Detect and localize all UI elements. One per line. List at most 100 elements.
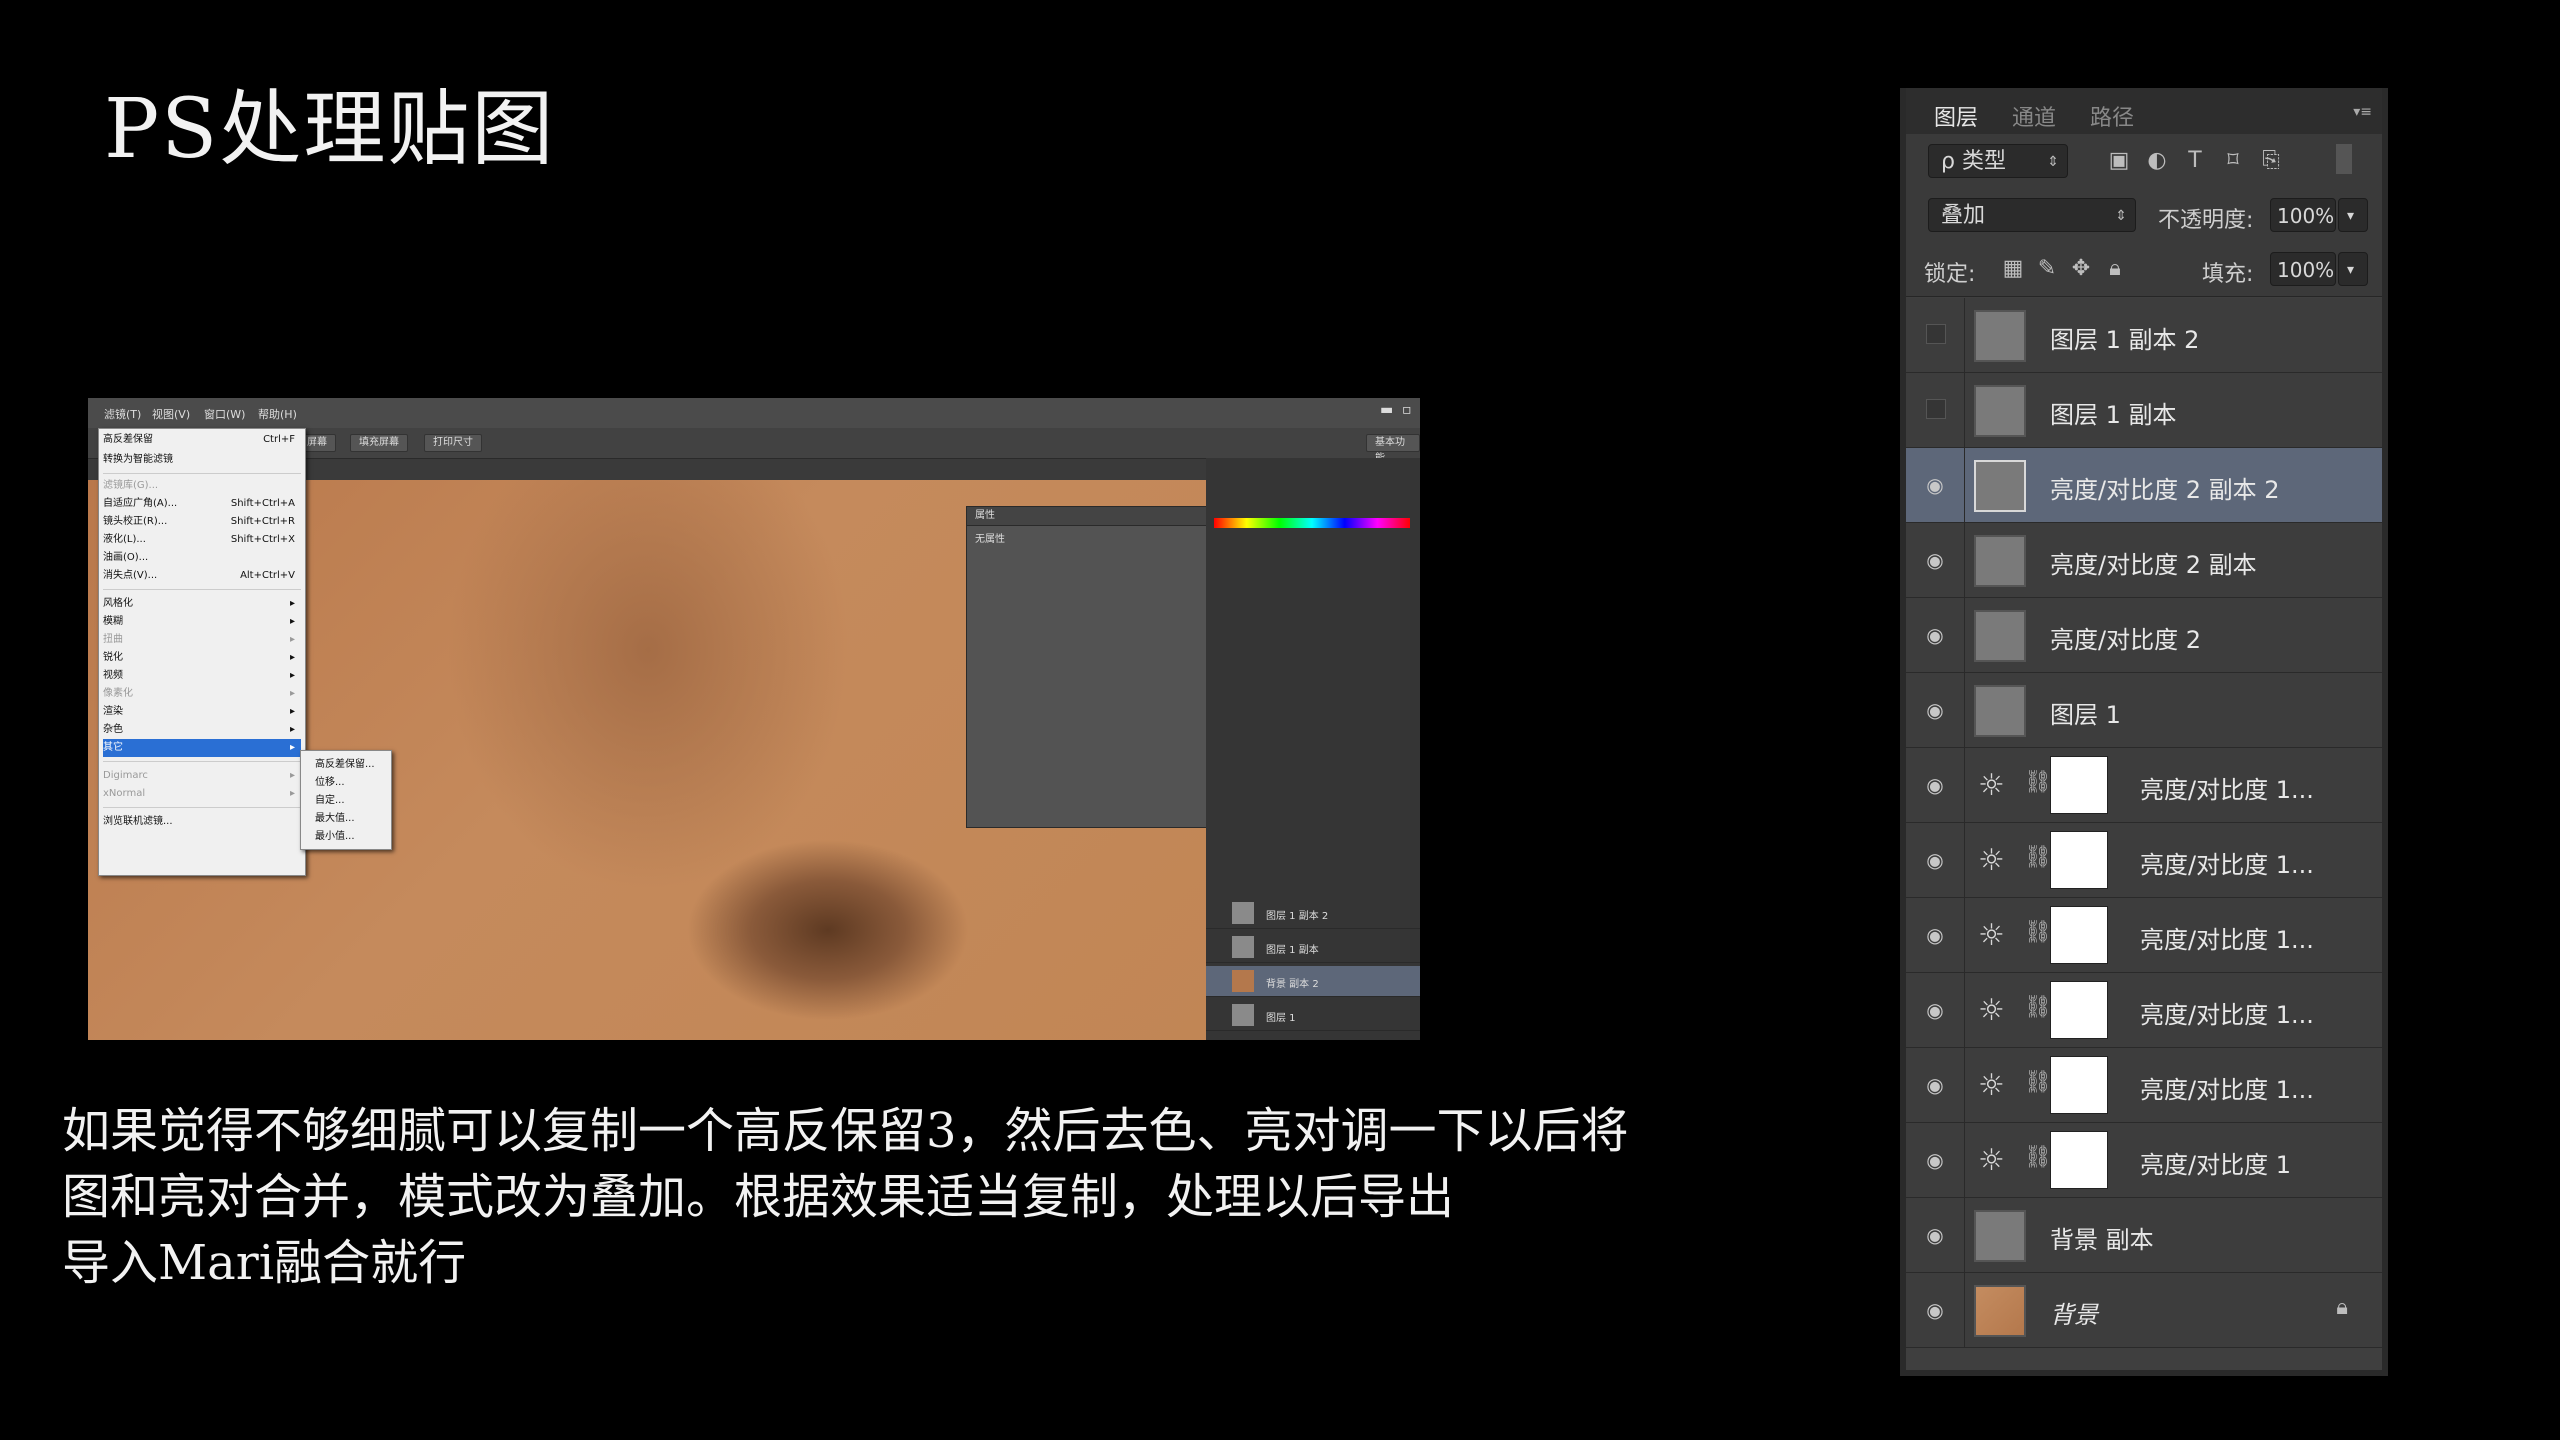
submenu-item-custom[interactable]: 自定... — [315, 791, 345, 806]
eye-icon[interactable]: ◉ — [1920, 1295, 1950, 1325]
fill-screen-button[interactable]: 填充屏幕 — [350, 434, 408, 452]
layer-row[interactable]: 图层 1 副本 2 — [1906, 298, 2382, 373]
layer-row[interactable]: ◉ ☼ ⛓ 亮度/对比度 1... — [1906, 973, 2382, 1048]
menu-item-adaptive-wide[interactable]: 自适应广角(A)... Shift+Ctrl+A — [103, 495, 301, 513]
tab-channels[interactable]: 通道 — [2012, 100, 2056, 132]
fill-input[interactable]: 100% — [2270, 252, 2336, 286]
mini-layer-row[interactable]: 图层 1 — [1206, 1000, 1420, 1031]
menu-item-sharpen[interactable]: 锐化 ▸ — [103, 649, 301, 667]
lock-position-icon[interactable]: ✥ — [2066, 256, 2096, 281]
submenu-item-high-pass[interactable]: 高反差保留... — [315, 755, 375, 770]
menu-item-browse-online[interactable]: 浏览联机滤镜... — [103, 813, 301, 831]
eye-icon[interactable]: ◉ — [1920, 1220, 1950, 1250]
menu-item-lens-correction[interactable]: 镜头校正(R)... Shift+Ctrl+R — [103, 513, 301, 531]
eye-icon[interactable]: ◉ — [1920, 770, 1950, 800]
tab-paths[interactable]: 路径 — [2090, 100, 2134, 132]
eye-icon[interactable]: ◉ — [1920, 470, 1950, 500]
restore-icon[interactable]: ▫ — [1402, 402, 1412, 418]
color-spectrum[interactable] — [1214, 518, 1410, 528]
eye-icon[interactable]: ◉ — [1920, 695, 1950, 725]
mini-layer-row[interactable]: 图层 1 副本 — [1206, 932, 1420, 963]
menu-item-noise[interactable]: 杂色 ▸ — [103, 721, 301, 739]
menu-item-blur[interactable]: 模糊 ▸ — [103, 613, 301, 631]
eye-icon[interactable]: ◉ — [1920, 545, 1950, 575]
image-filter-icon[interactable]: ▣ — [2104, 148, 2134, 173]
layer-mask-thumbnail[interactable] — [2050, 756, 2108, 814]
submenu-item-minimum[interactable]: 最小值... — [315, 827, 355, 842]
layer-row-background[interactable]: ◉ 背景 🔒︎ — [1906, 1273, 2382, 1348]
opacity-input[interactable]: 100% — [2270, 198, 2336, 232]
eye-icon[interactable]: ◉ — [1920, 1070, 1950, 1100]
smart-object-filter-icon[interactable]: ⎘ — [2256, 148, 2286, 173]
panel-menu-icon[interactable]: ▾≡ — [2353, 104, 2372, 120]
layer-row[interactable]: ◉ ☼ ⛓ 亮度/对比度 1... — [1906, 748, 2382, 823]
menu-item-filter-gallery[interactable]: 滤镜库(G)... — [103, 477, 301, 495]
eye-icon[interactable]: ◉ — [1920, 920, 1950, 950]
opacity-dropdown-icon[interactable]: ▾ — [2338, 198, 2368, 232]
chain-link-icon[interactable]: ⛓ — [2024, 1145, 2052, 1170]
menu-item-video[interactable]: 视频 ▸ — [103, 667, 301, 685]
menu-help[interactable]: 帮助(H) — [258, 406, 297, 422]
layer-row[interactable]: ◉ ☼ ⛓ 亮度/对比度 1 — [1906, 1123, 2382, 1198]
layer-row-selected[interactable]: ◉ 亮度/对比度 2 副本 2 — [1906, 448, 2382, 523]
tab-layers[interactable]: 图层 — [1934, 100, 1978, 132]
chain-link-icon[interactable]: ⛓ — [2024, 920, 2052, 945]
shape-filter-icon[interactable]: ⌑ — [2218, 148, 2248, 173]
chain-link-icon[interactable]: ⛓ — [2024, 845, 2052, 870]
menu-item-stylize[interactable]: 风格化 ▸ — [103, 595, 301, 613]
layer-row[interactable]: ◉ ☼ ⛓ 亮度/对比度 1... — [1906, 898, 2382, 973]
lock-paint-icon[interactable]: ✎ — [2032, 256, 2062, 281]
layer-mask-thumbnail[interactable] — [2050, 906, 2108, 964]
layer-row[interactable]: ◉ ☼ ⛓ 亮度/对比度 1... — [1906, 1048, 2382, 1123]
filter-toggle[interactable] — [2336, 144, 2352, 174]
blend-mode-select[interactable]: 叠加 ⇕ — [1928, 198, 2136, 232]
menu-item-distort[interactable]: 扭曲 ▸ — [103, 631, 301, 649]
layer-mask-thumbnail[interactable] — [2050, 981, 2108, 1039]
eye-icon[interactable]: ◉ — [1920, 1145, 1950, 1175]
mini-layer-row[interactable]: 背景 副本 2 — [1206, 966, 1420, 997]
layer-mask-thumbnail[interactable] — [2050, 831, 2108, 889]
layer-row[interactable]: ◉ 亮度/对比度 2 — [1906, 598, 2382, 673]
menu-item-pixelate[interactable]: 像素化 ▸ — [103, 685, 301, 703]
mini-layer-row[interactable]: 图层 1 副本 2 — [1206, 898, 1420, 929]
layer-row[interactable]: 图层 1 副本 — [1906, 373, 2382, 448]
submenu-item-offset[interactable]: 位移... — [315, 773, 345, 788]
layer-mask-thumbnail[interactable] — [2050, 1056, 2108, 1114]
minimize-icon[interactable]: ▬ — [1380, 402, 1393, 418]
menu-item-vanishing-point[interactable]: 消失点(V)... Alt+Ctrl+V — [103, 567, 301, 585]
visibility-toggle[interactable] — [1926, 324, 1946, 344]
menu-item-smart-filter[interactable]: 转换为智能滤镜 — [103, 451, 301, 469]
chain-link-icon[interactable]: ⛓ — [2024, 1070, 2052, 1095]
menu-item-digimarc[interactable]: Digimarc ▸ — [103, 767, 301, 785]
layer-row[interactable]: ◉ 背景 副本 — [1906, 1198, 2382, 1273]
menu-window[interactable]: 窗口(W) — [204, 406, 245, 422]
brightness-adjustment-icon: ☼ — [1978, 1143, 2005, 1178]
menu-item-liquify[interactable]: 液化(L)... Shift+Ctrl+X — [103, 531, 301, 549]
menu-item-other[interactable]: 其它 ▸ — [103, 739, 301, 757]
layer-row[interactable]: ◉ 图层 1 — [1906, 673, 2382, 748]
eye-icon[interactable]: ◉ — [1920, 995, 1950, 1025]
chain-link-icon[interactable]: ⛓ — [2024, 995, 2052, 1020]
layer-row[interactable]: ◉ 亮度/对比度 2 副本 — [1906, 523, 2382, 598]
eye-icon[interactable]: ◉ — [1920, 845, 1950, 875]
layer-mask-thumbnail[interactable] — [2050, 1131, 2108, 1189]
chain-link-icon[interactable]: ⛓ — [2024, 770, 2052, 795]
layer-row[interactable]: ◉ ☼ ⛓ 亮度/对比度 1... — [1906, 823, 2382, 898]
menu-item-render[interactable]: 渲染 ▸ — [103, 703, 301, 721]
print-size-button[interactable]: 打印尺寸 — [424, 434, 482, 452]
type-filter-icon[interactable]: T — [2180, 148, 2210, 173]
lock-transparency-icon[interactable]: ▦ — [1998, 256, 2028, 281]
eye-icon[interactable]: ◉ — [1920, 620, 1950, 650]
visibility-toggle[interactable] — [1926, 399, 1946, 419]
lock-all-icon[interactable]: 🔒︎ — [2100, 256, 2130, 281]
fill-dropdown-icon[interactable]: ▾ — [2338, 252, 2368, 286]
menu-item-oil-paint[interactable]: 油画(O)... — [103, 549, 301, 567]
menu-item-high-pass[interactable]: 高反差保留 Ctrl+F — [103, 431, 301, 449]
menu-filter[interactable]: 滤镜(T) — [104, 406, 141, 422]
submenu-item-maximum[interactable]: 最大值... — [315, 809, 355, 824]
adjustment-filter-icon[interactable]: ◐ — [2142, 148, 2172, 173]
filter-kind-select[interactable]: ρ 类型 ⇕ — [1928, 144, 2068, 178]
workspace-button[interactable]: 基本功能 — [1366, 434, 1420, 464]
menu-view[interactable]: 视图(V) — [152, 406, 190, 422]
menu-item-xnormal[interactable]: xNormal ▸ — [103, 785, 301, 803]
